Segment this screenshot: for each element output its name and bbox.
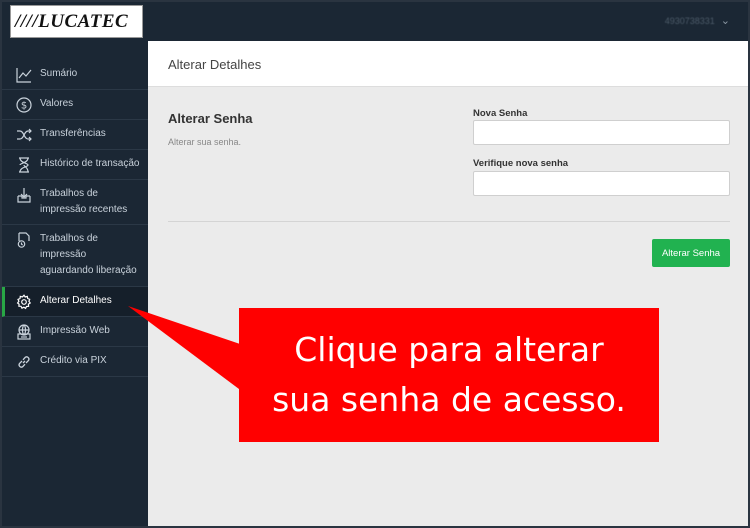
logo-text: ////LUCATEC — [15, 10, 129, 32]
new-password-field[interactable] — [473, 120, 730, 145]
sidebar-item-trabalhos-aguardando[interactable]: Trabalhos de impressão aguardando libera… — [2, 225, 148, 287]
svg-text:$: $ — [21, 101, 27, 112]
section-description: Alterar sua senha. — [168, 137, 242, 147]
sidebar-item-valores[interactable]: $ Valores — [2, 90, 148, 120]
sidebar-item-historico[interactable]: Histórico de transação — [2, 150, 148, 180]
sidebar-item-sumario[interactable]: Sumário — [2, 60, 148, 90]
sidebar-item-trabalhos-recentes[interactable]: Trabalhos de impressão recentes — [2, 180, 148, 225]
sidebar-item-label: Impressão Web — [40, 325, 110, 336]
user-menu[interactable]: 4930738331 ⌄ — [665, 14, 730, 27]
shuffle-icon — [14, 126, 34, 144]
sidebar-item-label: Transferências — [40, 128, 106, 139]
printer-web-icon — [14, 323, 34, 341]
section-divider — [168, 221, 730, 222]
confirm-password-label: Verifique nova senha — [473, 158, 569, 169]
callout-line-1: Clique para alterar — [294, 330, 604, 369]
company-logo[interactable]: ////LUCATEC — [10, 5, 143, 38]
callout-line-2: sua senha de acesso. — [272, 380, 626, 419]
user-name: 4930738331 — [664, 15, 715, 26]
sidebar-item-alterar-detalhes[interactable]: Alterar Detalhes — [2, 287, 148, 317]
callout-box: Clique para alterar sua senha de acesso. — [239, 308, 659, 442]
hourglass-icon — [14, 156, 34, 174]
sidebar-item-label: Alterar Detalhes — [40, 295, 112, 306]
inbox-download-icon — [14, 186, 34, 204]
link-icon — [14, 353, 34, 371]
page-header: Alterar Detalhes — [148, 41, 748, 87]
change-password-button[interactable]: Alterar Senha — [652, 239, 730, 267]
page-title: Alterar Detalhes — [168, 57, 262, 72]
sidebar-item-transferencias[interactable]: Transferências — [2, 120, 148, 150]
sidebar-item-label: Trabalhos de impressão recentes — [40, 188, 128, 215]
sidebar-item-label: Sumário — [40, 68, 78, 79]
sidebar-item-label: Trabalhos de impressão aguardando libera… — [40, 233, 137, 276]
sidebar-item-credito-pix[interactable]: Crédito via PIX — [2, 347, 148, 377]
gear-icon — [14, 293, 34, 311]
document-clock-icon — [14, 231, 34, 249]
dollar-circle-icon: $ — [14, 96, 34, 114]
sidebar-item-impressao-web[interactable]: Impressão Web — [2, 317, 148, 347]
sidebar-item-label: Histórico de transação — [40, 158, 140, 169]
new-password-label: Nova Senha — [473, 108, 528, 119]
section-title: Alterar Senha — [168, 111, 253, 126]
main-content: Alterar Detalhes Alterar Senha Alterar s… — [148, 41, 748, 526]
sidebar-item-label: Valores — [40, 98, 74, 109]
confirm-password-field[interactable] — [473, 171, 730, 196]
top-bar: ////LUCATEC 4930738331 ⌄ — [2, 2, 748, 41]
sidebar: Sumário $ Valores Transferências Históri… — [2, 41, 148, 526]
chart-line-icon — [14, 66, 34, 84]
sidebar-item-label: Crédito via PIX — [40, 355, 107, 366]
chevron-down-icon: ⌄ — [720, 15, 730, 27]
